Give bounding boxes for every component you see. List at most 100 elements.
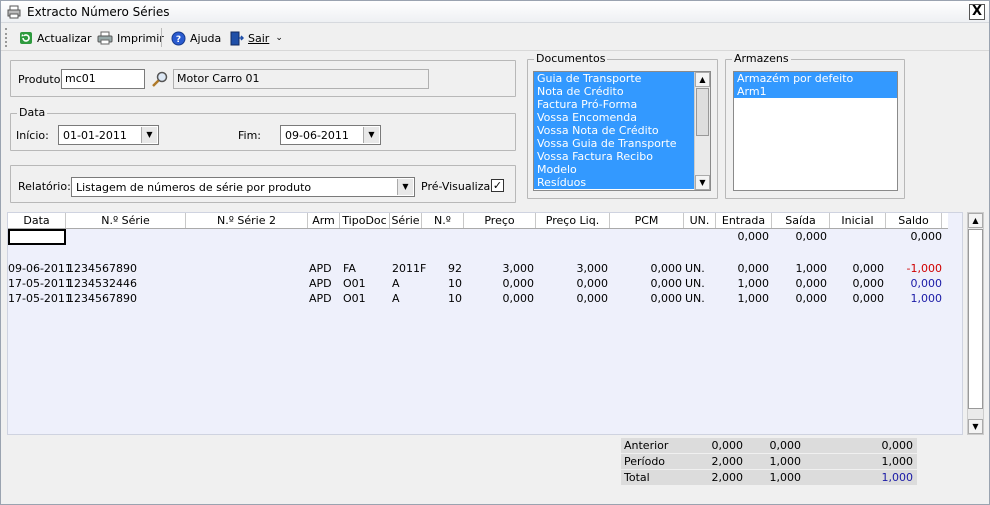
report-select-value: Listagem de números de série por produto — [76, 181, 312, 194]
help-label: Ajuda — [190, 31, 222, 45]
toolbar-grip[interactable] — [5, 28, 8, 47]
column-header[interactable]: Preço Liq. — [536, 213, 610, 228]
scroll-down-icon[interactable]: ▼ — [968, 419, 983, 434]
column-header[interactable]: Saldo — [886, 213, 942, 228]
print-button[interactable]: Imprimir — [97, 29, 164, 47]
column-header[interactable]: Preço — [464, 213, 536, 228]
exit-button[interactable]: Sair ⌄ — [229, 29, 283, 47]
column-header[interactable]: UN. — [684, 213, 716, 228]
refresh-label: Actualizar — [37, 31, 92, 45]
summary-label: Total — [624, 471, 650, 484]
cell-preco-liq: 0,000 — [576, 292, 609, 305]
product-code-input[interactable]: mc01 — [61, 69, 145, 89]
column-header[interactable]: Data — [8, 213, 66, 228]
cell-entrada: 1,000 — [737, 277, 770, 290]
title-bar: Extracto Número Séries X — [1, 1, 989, 23]
summary-row: Total 2,000 1,000 1,000 — [621, 470, 917, 485]
column-header[interactable]: N.º Série 2 — [186, 213, 308, 228]
product-description-field: Motor Carro 01 — [173, 69, 429, 89]
focused-cell[interactable] — [8, 229, 66, 245]
column-header[interactable]: Arm — [308, 213, 340, 228]
column-header[interactable]: Entrada — [716, 213, 772, 228]
cell-pcm: 0,000 — [650, 262, 683, 275]
cell-arm: APD — [309, 262, 332, 275]
list-item[interactable]: Vossa Encomenda — [534, 111, 710, 124]
refresh-icon — [20, 32, 32, 44]
start-date-picker[interactable]: 01-01-2011 ▼ — [58, 125, 159, 145]
documents-list[interactable]: Guia de Transporte Nota de Crédito Factu… — [533, 71, 711, 191]
cell-entrada: 0,000 — [737, 262, 770, 275]
list-item[interactable]: Arm1 — [734, 85, 897, 98]
scroll-up-icon[interactable]: ▲ — [968, 213, 983, 228]
documents-group: Documentos Guia de Transporte Nota de Cr… — [527, 52, 718, 199]
cell-data: 09-06-2011 — [8, 262, 72, 275]
refresh-button[interactable]: Actualizar — [19, 29, 92, 47]
cell-un: UN. — [685, 292, 705, 305]
cell-un: UN. — [685, 277, 705, 290]
scroll-thumb[interactable] — [696, 88, 709, 136]
toolbar-overflow-chevron-icon[interactable]: ⌄ — [275, 33, 283, 43]
search-icon[interactable] — [151, 70, 169, 88]
column-header[interactable]: PCM — [610, 213, 684, 228]
warehouses-list[interactable]: Armazém por defeito Arm1 — [733, 71, 898, 191]
grid-header: Data N.º Série N.º Série 2 Arm TipoDoc S… — [8, 213, 948, 229]
list-item[interactable]: Vossa Guia de Transporte — [534, 137, 710, 150]
list-item[interactable]: Guia de Transporte — [534, 72, 710, 85]
column-header[interactable]: Inicial — [830, 213, 886, 228]
preview-label: Pré-Visualizar — [421, 180, 495, 193]
cell-data: 17-05-2011 — [8, 292, 72, 305]
warehouses-group-legend: Armazens — [732, 52, 791, 65]
list-item[interactable]: Vossa Factura Recibo — [534, 150, 710, 163]
list-item[interactable]: Armazém por defeito — [734, 72, 897, 85]
exit-door-icon — [230, 31, 244, 45]
documents-scrollbar[interactable]: ▲ ▼ — [694, 72, 710, 190]
summary-row: Período 2,000 1,000 1,000 — [621, 454, 917, 469]
cell-serie: 1234567890 — [67, 262, 137, 275]
summary-label: Anterior — [624, 439, 669, 452]
list-item[interactable]: Vossa Nota de Crédito — [534, 124, 710, 137]
chevron-down-icon[interactable]: ▼ — [397, 179, 413, 195]
cell-saida: 1,000 — [795, 262, 828, 275]
grid-scrollbar[interactable]: ▲ ▼ — [967, 212, 984, 435]
list-item[interactable]: Factura Pró-Forma — [534, 98, 710, 111]
column-header[interactable]: TipoDoc — [340, 213, 390, 228]
list-item[interactable]: Nota de Crédito — [534, 85, 710, 98]
print-label: Imprimir — [117, 31, 164, 45]
column-header[interactable]: N.º Série — [66, 213, 186, 228]
opening-entrada: 0,000 — [737, 230, 770, 243]
close-button[interactable]: X — [969, 4, 985, 20]
summary-saida: 0,000 — [769, 439, 802, 452]
print-icon — [97, 31, 113, 45]
list-item[interactable]: Resíduos — [534, 176, 710, 189]
report-select[interactable]: Listagem de números de série por produto… — [71, 177, 415, 197]
printer-app-icon — [7, 5, 21, 19]
cell-pcm: 0,000 — [650, 277, 683, 290]
opening-saida: 0,000 — [795, 230, 828, 243]
scroll-up-icon[interactable]: ▲ — [695, 72, 710, 87]
window: Extracto Número Séries X Actualizar Impr… — [0, 0, 990, 505]
cell-inicial: 0,000 — [852, 292, 885, 305]
chevron-down-icon[interactable]: ▼ — [141, 127, 157, 143]
exit-label: Sair — [248, 31, 270, 45]
summary-saida: 1,000 — [769, 471, 802, 484]
cell-saida: 0,000 — [795, 277, 828, 290]
column-header[interactable]: Saída — [772, 213, 830, 228]
list-item[interactable]: Modelo — [534, 163, 710, 176]
cell-serie-doc: A — [392, 292, 400, 305]
cell-tipodoc: FA — [343, 262, 356, 275]
column-header[interactable]: Série — [390, 213, 422, 228]
scroll-down-icon[interactable]: ▼ — [695, 175, 710, 190]
help-button[interactable]: ? Ajuda — [171, 29, 221, 47]
scroll-thumb[interactable] — [968, 229, 983, 409]
cell-preco-liq: 3,000 — [576, 262, 609, 275]
cell-num: 10 — [448, 292, 462, 305]
documents-group-legend: Documentos — [534, 52, 608, 65]
column-header[interactable]: N.º — [422, 213, 464, 228]
summary-saldo: 0,000 — [881, 439, 914, 452]
end-date-picker[interactable]: 09-06-2011 ▼ — [280, 125, 381, 145]
chevron-down-icon[interactable]: ▼ — [363, 127, 379, 143]
summary-entrada: 2,000 — [711, 471, 744, 484]
cell-arm: APD — [309, 292, 332, 305]
cell-saida: 0,000 — [795, 292, 828, 305]
preview-checkbox[interactable]: ✓ — [491, 179, 504, 192]
